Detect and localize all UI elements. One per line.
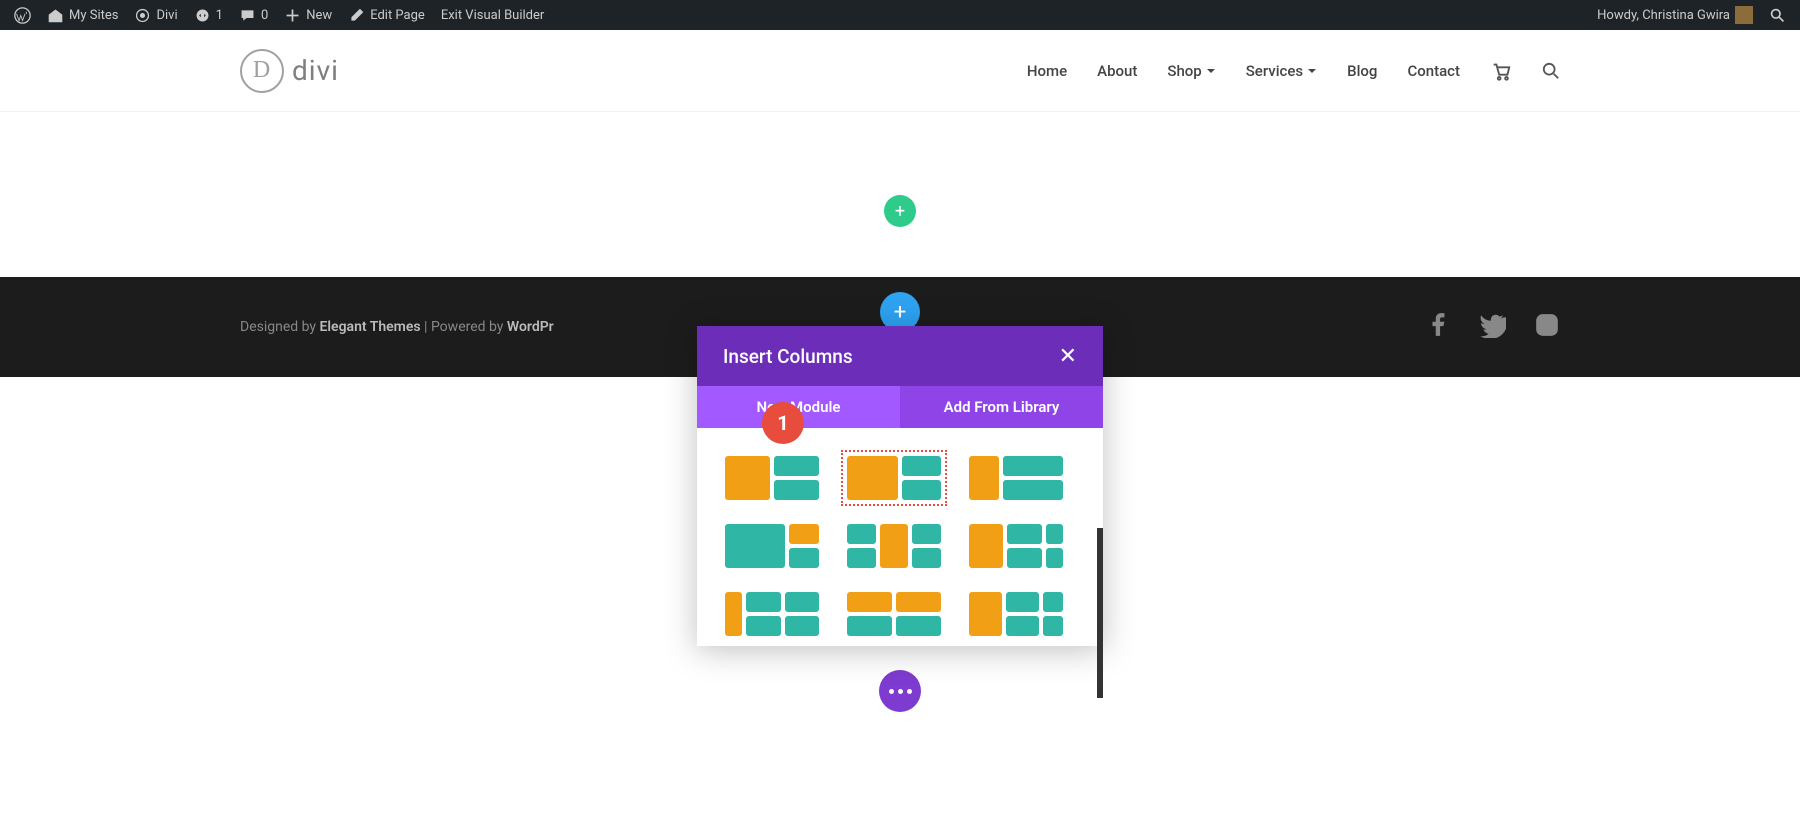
wp-logo-icon[interactable] (6, 0, 39, 30)
updates[interactable]: 1 (186, 0, 231, 30)
column-layout-option[interactable] (969, 524, 1063, 568)
chevron-down-icon (1206, 66, 1216, 76)
logo-mark: D (240, 49, 284, 93)
comments-count: 0 (261, 8, 268, 23)
annotation-marker-1: 1 (762, 402, 804, 444)
nav-home[interactable]: Home (1027, 62, 1067, 80)
column-layout-option[interactable] (847, 592, 941, 636)
add-module-button[interactable]: + (884, 195, 916, 227)
edit-page[interactable]: Edit Page (340, 0, 433, 30)
site-name-label: Divi (156, 8, 177, 23)
modal-scrollbar[interactable] (1097, 528, 1103, 698)
nav-about[interactable]: About (1097, 62, 1137, 80)
comments[interactable]: 0 (231, 0, 276, 30)
footer-wordpress[interactable]: WordPr (507, 319, 554, 335)
column-layout-option[interactable] (725, 524, 819, 568)
new-label: New (306, 8, 332, 23)
footer-elegant-themes[interactable]: Elegant Themes (320, 319, 421, 335)
site-name[interactable]: Divi (126, 0, 185, 30)
admin-search-icon[interactable] (1761, 0, 1794, 30)
footer-text-2: | Powered by (421, 319, 507, 335)
column-layout-option[interactable] (969, 456, 1063, 500)
column-layout-option[interactable] (847, 524, 941, 568)
exit-vb-label: Exit Visual Builder (441, 8, 544, 23)
chevron-down-icon (1307, 66, 1317, 76)
nav-contact[interactable]: Contact (1407, 62, 1460, 80)
column-layout-option[interactable] (725, 456, 819, 500)
cart-icon[interactable] (1490, 60, 1512, 82)
nav-shop[interactable]: Shop (1167, 62, 1215, 80)
new[interactable]: New (276, 0, 340, 30)
tab-add-from-library[interactable]: Add From Library (900, 386, 1103, 428)
avatar-icon (1735, 6, 1753, 24)
nav-services-label: Services (1246, 62, 1303, 80)
updates-count: 1 (216, 8, 223, 23)
search-icon[interactable] (1542, 62, 1560, 80)
close-icon[interactable]: ✕ (1059, 344, 1077, 369)
builder-settings-fab[interactable] (879, 670, 921, 712)
modal-title: Insert Columns (723, 345, 853, 368)
exit-visual-builder[interactable]: Exit Visual Builder (433, 0, 552, 30)
logo-text: divi (292, 54, 339, 87)
instagram-icon[interactable] (1534, 312, 1560, 342)
insert-columns-modal: Insert Columns ✕ New Module Add From Lib… (697, 326, 1103, 646)
facebook-icon[interactable] (1426, 312, 1452, 342)
twitter-icon[interactable] (1480, 312, 1506, 342)
nav-blog[interactable]: Blog (1347, 62, 1377, 80)
howdy-user[interactable]: Howdy, Christina Gwira (1589, 0, 1761, 30)
column-layout-option[interactable] (847, 456, 941, 500)
nav-shop-label: Shop (1167, 62, 1201, 80)
my-sites[interactable]: My Sites (39, 0, 126, 30)
nav-services[interactable]: Services (1246, 62, 1317, 80)
site-logo[interactable]: D divi (240, 49, 339, 93)
footer-text-1: Designed by (240, 319, 320, 335)
site-header: D divi Home About Shop Services Blog Con… (0, 30, 1800, 112)
howdy-label: Howdy, Christina Gwira (1597, 8, 1730, 23)
column-layout-option[interactable] (969, 592, 1063, 636)
my-sites-label: My Sites (69, 8, 118, 23)
edit-page-label: Edit Page (370, 8, 425, 23)
column-layout-option[interactable] (725, 592, 819, 636)
